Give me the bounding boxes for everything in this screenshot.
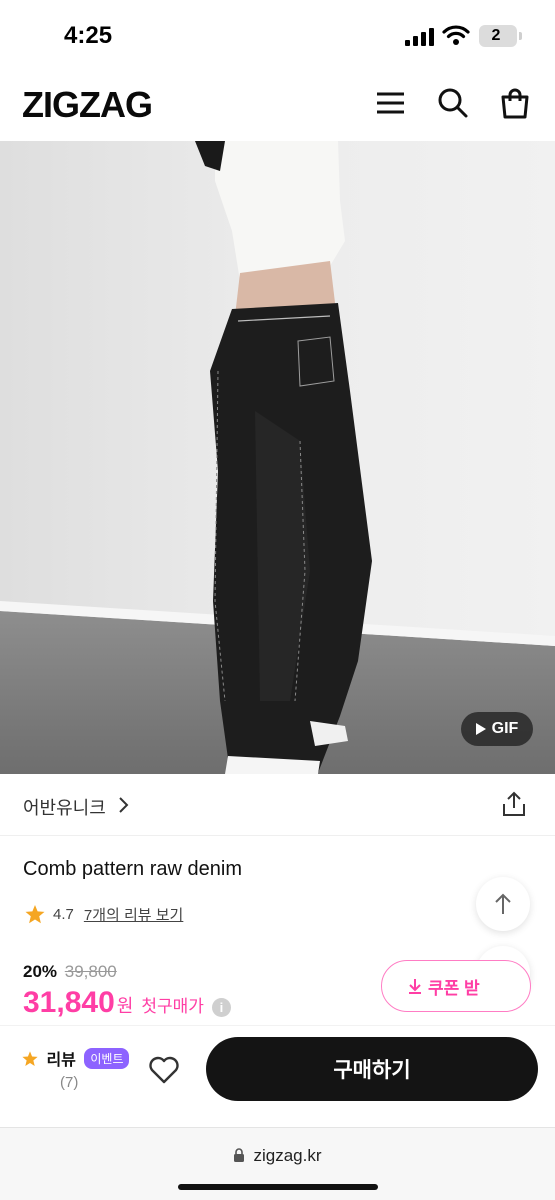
play-icon bbox=[475, 723, 486, 735]
cellular-signal-icon bbox=[405, 28, 435, 46]
scroll-top-button[interactable] bbox=[476, 877, 530, 931]
chevron-right-icon bbox=[119, 797, 129, 813]
bottom-action-bar: 리뷰 이벤트 (7) 구매하기 bbox=[0, 1025, 555, 1125]
brand-row[interactable]: 어반유니크 bbox=[0, 774, 555, 836]
heart-icon[interactable] bbox=[148, 1056, 180, 1084]
zigzag-logo[interactable]: ZIGZAG bbox=[22, 84, 153, 126]
wifi-icon bbox=[442, 25, 470, 45]
product-title: Comb pattern raw denim bbox=[23, 858, 242, 880]
buy-button[interactable]: 구매하기 bbox=[206, 1037, 538, 1101]
discount-row: 20% 39,800 bbox=[23, 962, 231, 982]
price-block: 20% 39,800 31,840 원 첫구매가 i bbox=[23, 962, 231, 1020]
original-price: 39,800 bbox=[64, 962, 117, 981]
review-tab[interactable]: 리뷰 이벤트 bbox=[22, 1046, 132, 1070]
browser-url-bar[interactable]: zigzag.kr bbox=[0, 1127, 555, 1200]
rating-value: 4.7 bbox=[53, 905, 74, 923]
final-price: 31,840 bbox=[23, 986, 115, 1019]
brand-name[interactable]: 어반유니크 bbox=[23, 794, 106, 820]
status-time: 4:25 bbox=[64, 22, 113, 49]
star-icon bbox=[25, 904, 45, 923]
battery-level: 2 bbox=[491, 27, 501, 44]
first-purchase-label: 첫구매가 bbox=[141, 997, 204, 1016]
menu-icon[interactable] bbox=[374, 86, 408, 120]
product-photo bbox=[0, 141, 555, 774]
info-icon[interactable]: i bbox=[211, 998, 231, 1017]
event-badge: 이벤트 bbox=[84, 1048, 130, 1069]
battery-tip bbox=[519, 32, 522, 40]
coupon-label: 쿠폰 받 bbox=[428, 978, 480, 998]
gif-play-button[interactable]: GIF bbox=[461, 712, 533, 746]
app-header: ZIGZAG bbox=[0, 72, 555, 140]
status-bar: 4:25 2 bbox=[0, 0, 555, 72]
battery-icon: 2 bbox=[479, 25, 517, 47]
lock-icon bbox=[234, 1148, 245, 1162]
download-icon bbox=[409, 979, 421, 994]
share-icon[interactable] bbox=[500, 790, 528, 818]
coupon-button[interactable]: 쿠폰 받 bbox=[381, 960, 531, 1012]
product-image[interactable]: GIF bbox=[0, 141, 555, 774]
price-row: 31,840 원 첫구매가 i bbox=[23, 986, 231, 1020]
arrow-up-icon bbox=[495, 893, 511, 914]
review-tab-label: 리뷰 bbox=[46, 1052, 76, 1069]
review-count: (7) bbox=[60, 1074, 79, 1091]
currency: 원 bbox=[116, 996, 134, 1016]
search-icon[interactable] bbox=[436, 86, 470, 120]
url-display[interactable]: zigzag.kr bbox=[0, 1146, 555, 1166]
home-indicator[interactable] bbox=[178, 1184, 378, 1190]
gif-label: GIF bbox=[491, 720, 519, 737]
rating-row: 4.7 7개의 리뷰 보기 bbox=[25, 902, 183, 926]
discount-rate: 20% bbox=[23, 962, 58, 981]
url-text: zigzag.kr bbox=[253, 1146, 322, 1165]
review-link[interactable]: 7개의 리뷰 보기 bbox=[84, 904, 183, 925]
star-icon bbox=[22, 1051, 38, 1066]
shopping-bag-icon[interactable] bbox=[498, 86, 532, 120]
